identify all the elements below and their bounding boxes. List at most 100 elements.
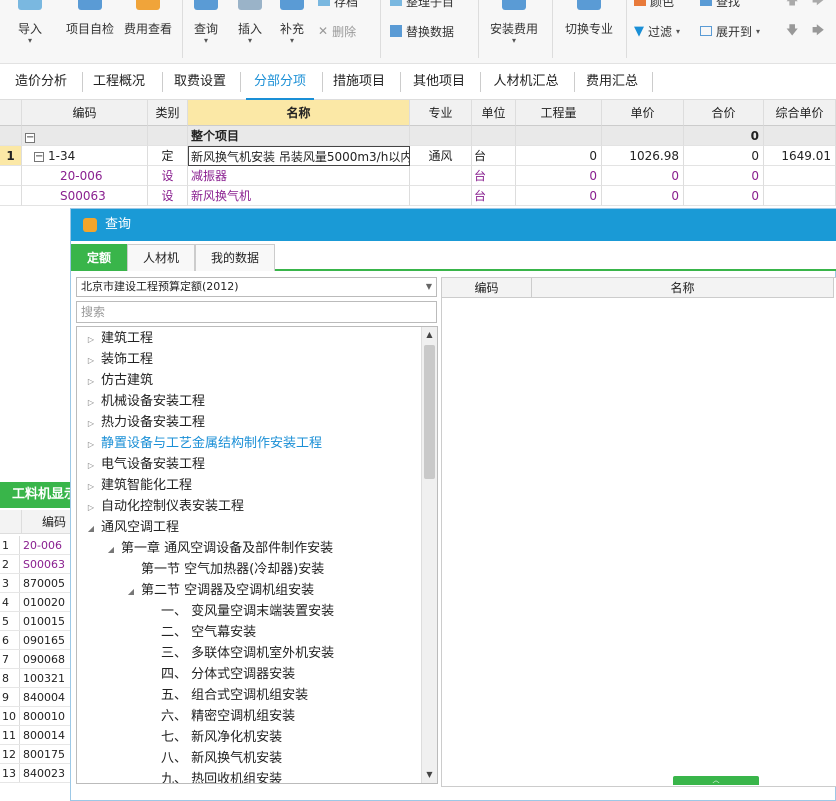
list-item[interactable]: 10 800010 xyxy=(0,707,70,726)
expanded-arrow-icon[interactable]: ◢ xyxy=(125,581,137,602)
col-header-major[interactable]: 专业 xyxy=(410,100,472,126)
col-header-name[interactable]: 名称 xyxy=(188,100,410,126)
list-item[interactable]: 12 800175 xyxy=(0,745,70,764)
tab-cost-analysis[interactable]: 造价分析 xyxy=(6,64,76,100)
tree-node[interactable]: ▷ 建筑工程 xyxy=(85,328,153,349)
col-header-unit-price[interactable]: 单价 xyxy=(602,100,684,126)
tree-node[interactable]: 一、 变风量空调末端装置安装 xyxy=(145,601,334,622)
query-button[interactable]: 查询 ▾ xyxy=(188,0,224,60)
table-cell-type[interactable]: 定 xyxy=(148,146,188,166)
collapsed-arrow-icon[interactable]: ▷ xyxy=(85,413,97,434)
tree-node[interactable]: ▷ 自动化控制仪表安装工程 xyxy=(85,496,244,517)
tree-node[interactable]: ▷ 机械设备安装工程 xyxy=(85,391,205,412)
list-item[interactable]: 6 090165 xyxy=(0,631,70,650)
table-cell-quantity[interactable]: 0 xyxy=(516,166,602,186)
scroll-up-icon[interactable]: ▲ xyxy=(422,327,437,343)
table-cell-name[interactable]: 减振器 xyxy=(188,166,410,186)
table-cell-name[interactable]: 新风换气机安装 吊装风量5000m3/h以内 xyxy=(188,146,410,166)
collapsed-arrow-icon[interactable]: ▷ xyxy=(85,329,97,350)
table-cell-composite-price[interactable] xyxy=(764,166,836,186)
move-right-button-2[interactable]: 🡆 xyxy=(812,22,824,40)
move-right-button[interactable]: 🡆 xyxy=(812,0,824,10)
scroll-down-icon[interactable]: ▼ xyxy=(422,767,437,783)
tree-node[interactable]: 七、 新风净化机安装 xyxy=(145,727,282,748)
list-item[interactable]: 11 800014 xyxy=(0,726,70,745)
tab-other-items[interactable]: 其他项目 xyxy=(406,64,472,100)
supplement-button[interactable]: 补充 ▾ xyxy=(274,0,310,60)
switch-major-button[interactable]: 切换专业 xyxy=(560,0,618,60)
insert-button[interactable]: 插入 ▾ xyxy=(232,0,268,60)
tree-node[interactable]: 五、 组合式空调机组安装 xyxy=(145,685,308,706)
table-row-code[interactable]: −1-34 xyxy=(22,146,148,166)
col-header-total[interactable]: 合价 xyxy=(684,100,764,126)
table-cell-major[interactable] xyxy=(410,166,472,186)
expand-to-button[interactable]: 展开到 ▾ xyxy=(700,22,760,40)
table-cell-unit-price[interactable]: 1026.98 xyxy=(602,146,684,166)
table-cell-type[interactable]: 设 xyxy=(148,166,188,186)
table-row-code[interactable]: S00063 xyxy=(22,186,148,206)
table-cell-total[interactable]: 0 xyxy=(684,166,764,186)
tab-fee-settings[interactable]: 取费设置 xyxy=(168,64,232,100)
search-input[interactable] xyxy=(76,301,437,323)
tree-node[interactable]: 九、 热回收机组安装 xyxy=(145,769,282,783)
tab-sub-items[interactable]: 分部分项 xyxy=(246,64,314,100)
table-cell-name[interactable]: 新风换气机 xyxy=(188,186,410,206)
collapsed-arrow-icon[interactable]: ▷ xyxy=(85,434,97,455)
table-cell-type[interactable]: 设 xyxy=(148,186,188,206)
table-cell-unit[interactable]: 台 xyxy=(472,186,516,206)
organize-items-button[interactable]: 整理子目 xyxy=(390,0,454,10)
table-cell-major[interactable]: 通风 xyxy=(410,146,472,166)
tree-node[interactable]: 六、 精密空调机组安装 xyxy=(145,706,295,727)
table-cell-unit-price[interactable]: 0 xyxy=(602,186,684,206)
tree-node[interactable]: 二、 空气幕安装 xyxy=(145,622,256,643)
tab-labor-material[interactable]: 人材机 xyxy=(127,244,195,271)
list-item[interactable]: 8 100321 xyxy=(0,669,70,688)
move-up-button[interactable]: 🡅 xyxy=(786,0,798,10)
table-cell-major[interactable] xyxy=(410,186,472,206)
save-archive-button[interactable]: 存档 xyxy=(318,0,358,10)
filter-button[interactable]: ▼ 过滤 ▾ xyxy=(634,22,680,40)
list-item[interactable]: 2 S00063 xyxy=(0,555,70,574)
tree-scrollbar[interactable]: ▲ ▼ xyxy=(421,327,437,783)
expanded-arrow-icon[interactable]: ◢ xyxy=(105,539,117,560)
col-header-composite-price[interactable]: 综合单价 xyxy=(764,100,836,126)
tree-node[interactable]: ◢ 第二节 空调器及空调机组安装 xyxy=(125,580,314,601)
tree-node[interactable]: 第一节 空气加热器(冷却器)安装 xyxy=(125,559,324,580)
row-number-cell[interactable] xyxy=(0,166,22,186)
expanded-arrow-icon[interactable]: ◢ xyxy=(85,518,97,539)
tab-labor-material-summary[interactable]: 人材机汇总 xyxy=(486,64,566,100)
col-header-type[interactable]: 类别 xyxy=(148,100,188,126)
table-cell-total[interactable]: 0 xyxy=(684,186,764,206)
tab-fee-summary[interactable]: 费用汇总 xyxy=(580,64,644,100)
collapse-toggle[interactable]: − xyxy=(22,126,148,146)
color-button[interactable]: 颜色 xyxy=(634,0,674,10)
quota-library-select[interactable]: 北京市建设工程预算定额(2012) ▼ xyxy=(76,277,437,297)
collapsed-arrow-icon[interactable]: ▷ xyxy=(85,392,97,413)
tree-node[interactable]: ▷ 电气设备安装工程 xyxy=(85,454,205,475)
tree-node[interactable]: ◢ 通风空调工程 xyxy=(85,517,179,538)
table-cell-unit[interactable]: 台 xyxy=(472,146,516,166)
result-col-name[interactable]: 名称 xyxy=(532,278,834,298)
fee-check-button[interactable]: 费用查看 xyxy=(120,0,176,60)
table-cell-composite-price[interactable] xyxy=(764,186,836,206)
tree-node[interactable]: 三、 多联体空调机室外机安装 xyxy=(145,643,334,664)
result-col-code[interactable]: 编码 xyxy=(442,278,532,298)
import-button[interactable]: 导入 ▾ xyxy=(12,0,48,60)
collapsed-arrow-icon[interactable]: ▷ xyxy=(85,371,97,392)
collapsed-arrow-icon[interactable]: ▷ xyxy=(85,497,97,518)
table-cell-composite-price[interactable]: 1649.01 xyxy=(764,146,836,166)
replace-data-button[interactable]: 替换数据 xyxy=(390,22,454,40)
table-cell-quantity[interactable]: 0 xyxy=(516,186,602,206)
col-header-unit[interactable]: 单位 xyxy=(472,100,516,126)
col-header-quantity[interactable]: 工程量 xyxy=(516,100,602,126)
tree-node[interactable]: ▷ 仿古建筑 xyxy=(85,370,153,391)
list-item[interactable]: 1 20-006 xyxy=(0,536,70,555)
tab-measures[interactable]: 措施项目 xyxy=(328,64,390,100)
collapsed-arrow-icon[interactable]: ▷ xyxy=(85,350,97,371)
tree-node[interactable]: ▷ 建筑智能化工程 xyxy=(85,475,192,496)
tab-quota[interactable]: 定额 xyxy=(71,244,127,271)
resize-grip[interactable]: ︿ xyxy=(673,776,759,785)
scrollbar-thumb[interactable] xyxy=(424,345,435,479)
collapsed-arrow-icon[interactable]: ▷ xyxy=(85,455,97,476)
labor-material-panel-title[interactable]: 工料机显示 xyxy=(0,482,70,508)
